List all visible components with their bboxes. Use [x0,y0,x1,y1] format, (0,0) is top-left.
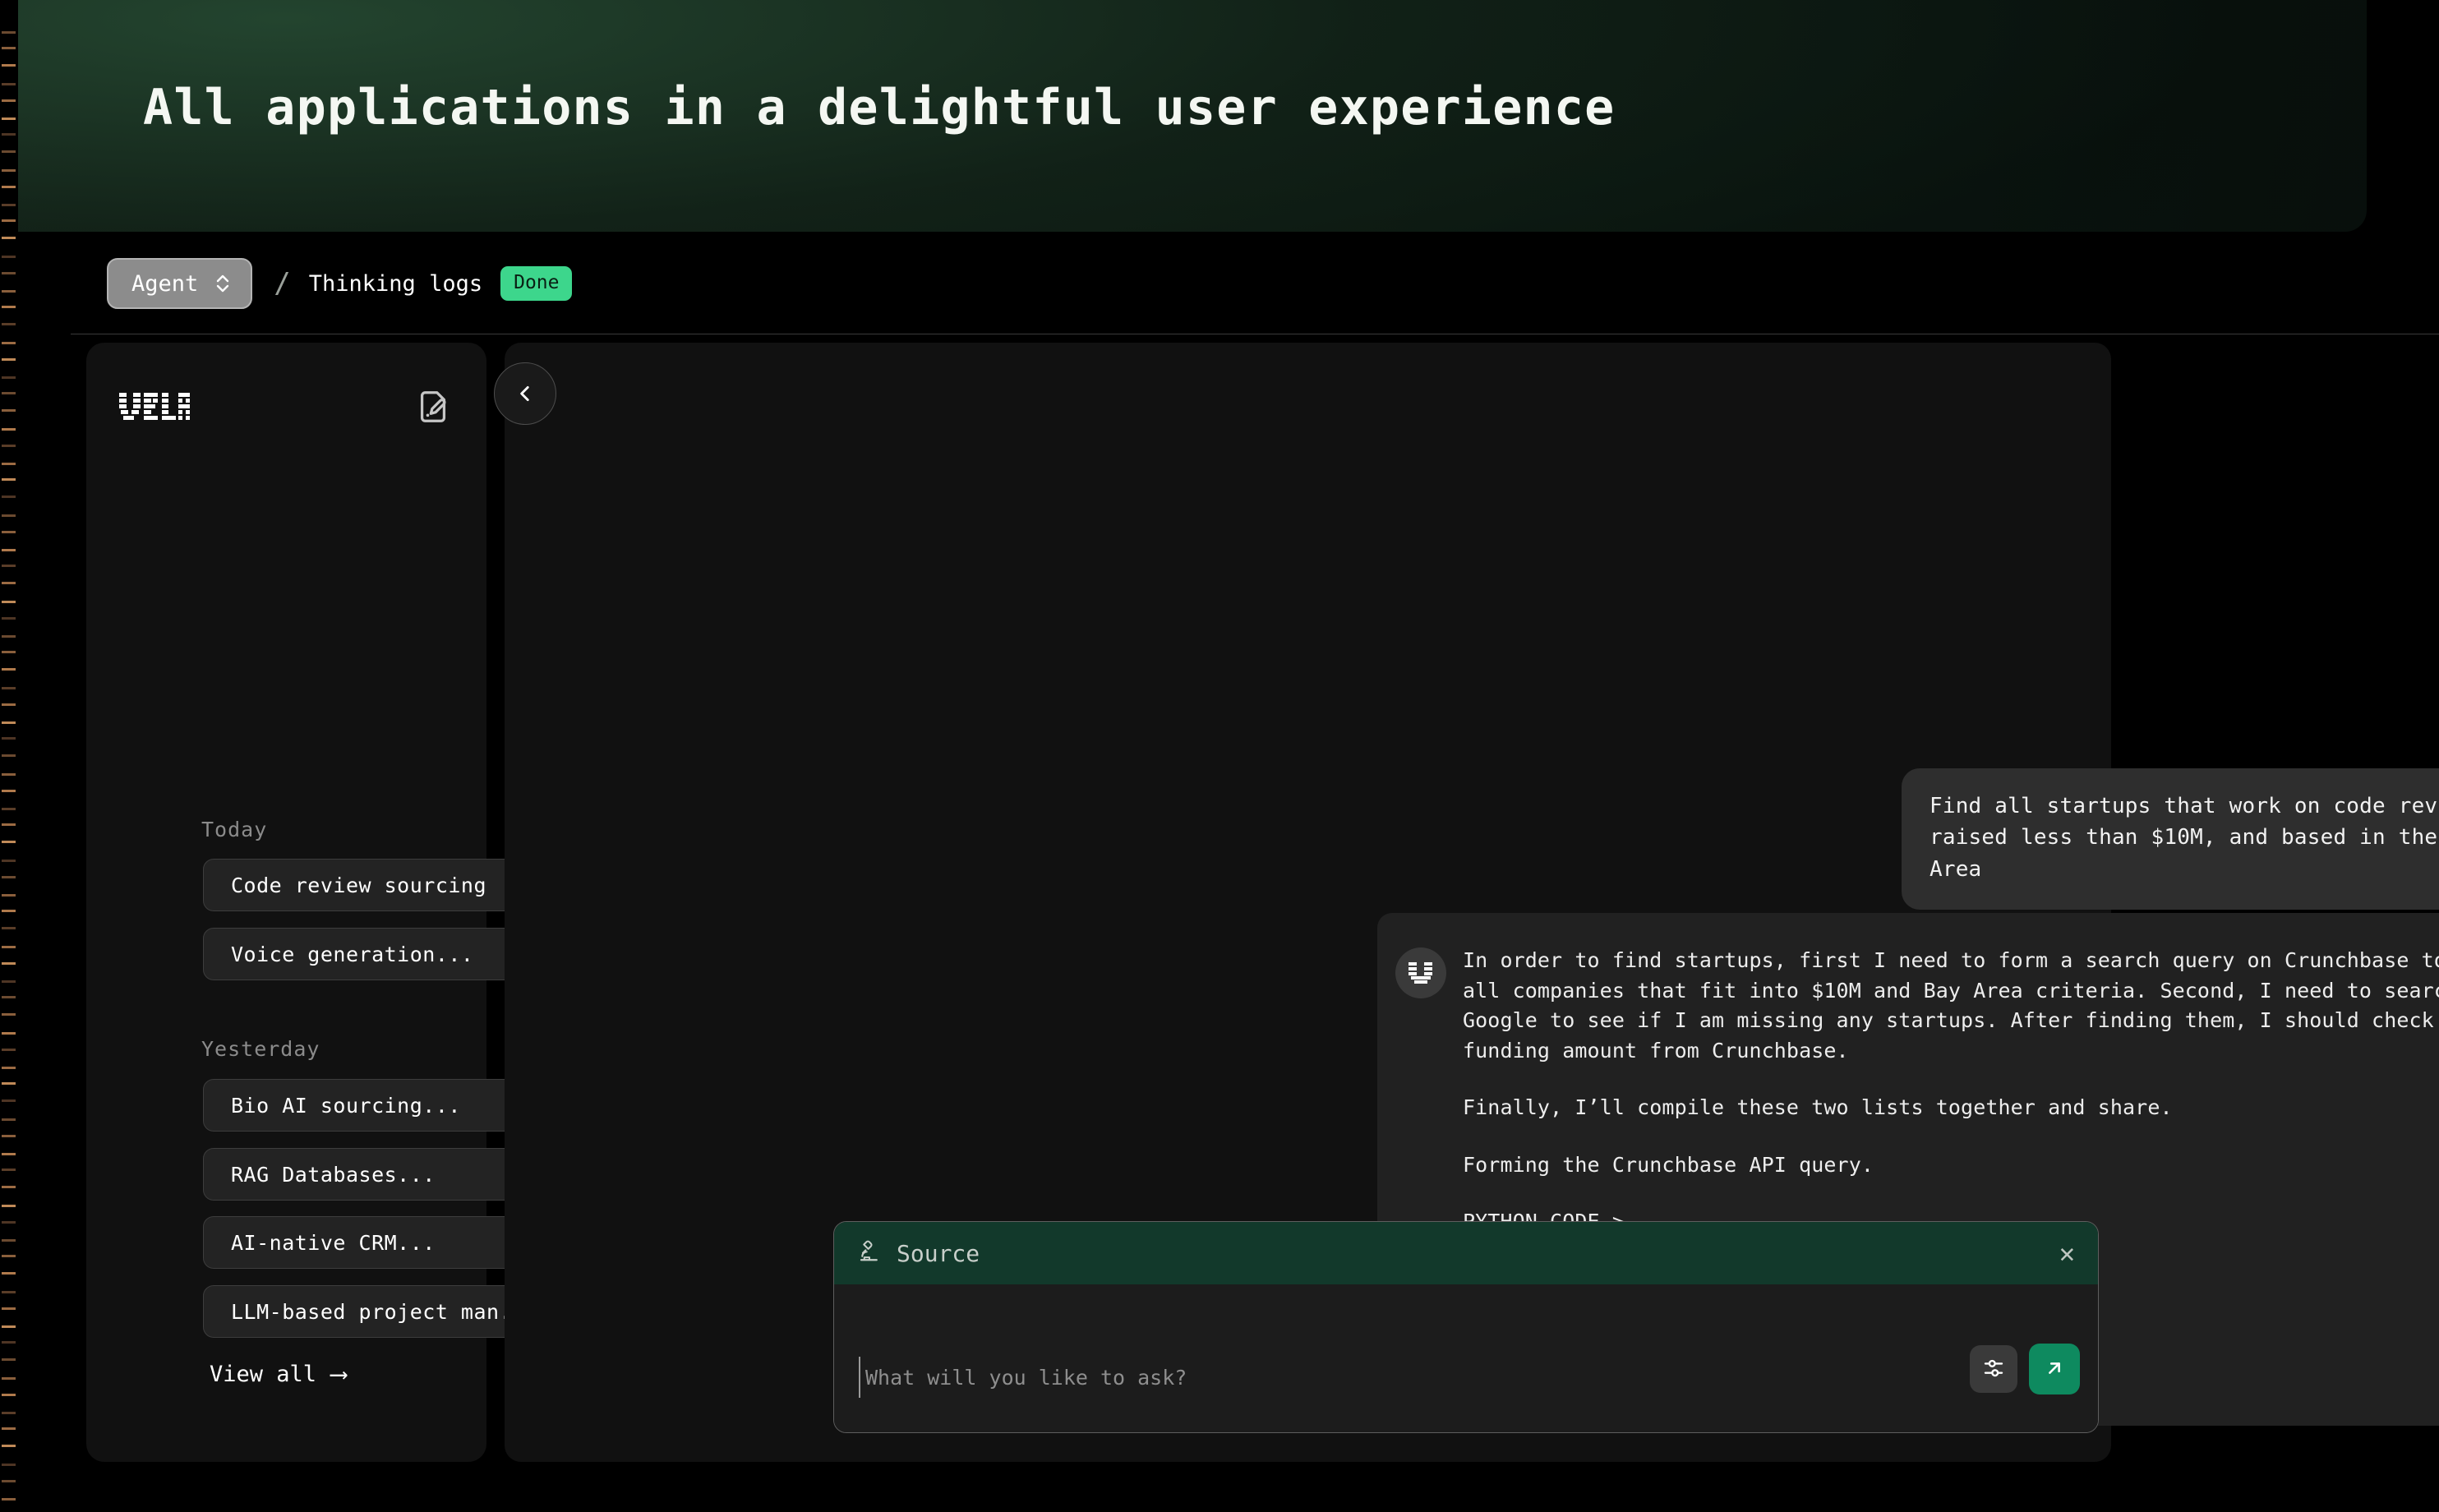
chevron-updown-icon [214,272,231,295]
breadcrumb-separator: / [274,267,290,300]
assistant-avatar [1395,947,1446,998]
chat-input[interactable] [859,1357,1911,1398]
user-message-bubble: Find all startups that work on code revi… [1902,768,2439,910]
arrow-right-icon: ⟶ [331,1362,346,1387]
vela-logo [119,388,191,429]
agent-selector[interactable]: Agent [107,258,252,309]
source-header: Source ✕ [834,1222,2098,1284]
close-icon[interactable]: ✕ [2059,1240,2075,1266]
sidebar-item-ai-native-crm[interactable]: AI-native CRM... [203,1216,539,1269]
sidebar-group-label-today: Today [201,818,267,841]
view-all-link[interactable]: View all ⟶ [210,1362,346,1387]
collapse-sidebar-button[interactable] [494,362,556,425]
composer [834,1284,2098,1433]
composer-actions [1970,1344,2080,1394]
page-title: All applications in a delightful user ex… [143,79,1616,136]
sliders-icon [1981,1356,2006,1383]
sidebar-item-rag-databases[interactable]: RAG Databases... [203,1148,539,1201]
sidebar-group-label-yesterday: Yesterday [201,1037,320,1061]
sidebar-item-voice-generation[interactable]: Voice generation... [203,928,539,980]
assistant-paragraph-3: Forming the Crunchbase API query. [1463,1150,2439,1181]
arrow-up-right-icon [2042,1356,2067,1383]
breadcrumb: Agent / Thinking logs Done [0,232,2439,335]
sidebar-item-llm-project-management[interactable]: LLM-based project man.. [203,1285,539,1338]
sidebar: Today Code review sourcing Voice generat… [86,343,486,1462]
source-header-left: Source [857,1238,980,1269]
hero-banner: All applications in a delightful user ex… [0,0,2367,232]
send-button[interactable] [2029,1344,2080,1394]
edge-ruler [0,0,18,1512]
new-chat-icon[interactable] [414,388,452,429]
sidebar-header [119,380,452,437]
source-title: Source [897,1240,980,1267]
sliders-icon-button[interactable] [1970,1345,2017,1393]
source-composer-panel: Source ✕ [833,1221,2099,1433]
status-badge: Done [500,266,572,301]
user-message-text: Find all startups that work on code revi… [1930,794,2439,882]
app-root: All applications in a delightful user ex… [0,0,2439,1512]
breadcrumb-current: Thinking logs [309,271,482,297]
view-all-label: View all [210,1362,316,1387]
sidebar-item-bio-ai-sourcing[interactable]: Bio AI sourcing... [203,1079,539,1132]
agent-selector-label: Agent [131,271,198,297]
sidebar-item-code-review-sourcing[interactable]: Code review sourcing [203,859,539,911]
assistant-paragraph-2: Finally, I’ll compile these two lists to… [1463,1093,2439,1123]
assistant-paragraph-1: In order to find startups, first I need … [1463,946,2439,1066]
microscope-icon [857,1238,882,1269]
